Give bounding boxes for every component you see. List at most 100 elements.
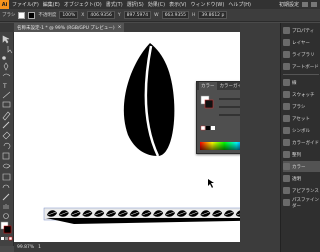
stroke-icon (283, 79, 290, 86)
dock-item-label: アピアランス (292, 188, 319, 194)
tools-icons: T (0, 35, 13, 241)
menu-item[interactable]: オブジェクト(O) (64, 1, 102, 8)
dock-item[interactable]: アセット (283, 113, 320, 124)
libraries-icon (283, 51, 290, 58)
width-tool-icon (2, 163, 11, 169)
dock-item-label: スウォッチ (292, 92, 315, 98)
page-number[interactable]: 1 (38, 245, 41, 250)
window-controls-icon[interactable] (311, 2, 317, 7)
dock-item-label: レイヤー (292, 40, 310, 46)
y-label: Y (117, 12, 121, 18)
appearance-icon (283, 187, 290, 194)
app-logo: Ai (0, 0, 9, 9)
dock-item[interactable]: パスファインダー (283, 197, 320, 209)
shape-builder-tool-icon (2, 184, 10, 189)
white-swatch (211, 126, 215, 130)
dock-item[interactable]: レイヤー (283, 37, 320, 48)
brush-stroke-base (46, 218, 240, 224)
type-tool-icon: T (2, 83, 7, 90)
color-icon (283, 163, 290, 170)
dock-item[interactable]: シンボル (283, 125, 320, 136)
eyedropper-tool-icon (2, 193, 10, 201)
dock-item-label: アートボード (292, 64, 319, 70)
gradient-mode-icon (5, 237, 8, 240)
dock-item-label: シンボル (292, 128, 310, 134)
h-field[interactable]: 39.8612 p (198, 11, 228, 19)
free-transform-tool-icon (2, 173, 11, 181)
dock-item[interactable]: プロパティ (283, 25, 320, 36)
h-label: H (192, 12, 196, 18)
menu-item[interactable]: ヘルプ(H) (228, 1, 251, 8)
color-mode-icon (1, 237, 4, 240)
fill-swatch[interactable] (18, 11, 26, 19)
dock-item-label: アセット (292, 116, 310, 122)
dock-item[interactable]: カラーガイド (283, 137, 320, 148)
panel-stroke-swatch (204, 99, 214, 109)
opacity-field[interactable]: 100% (59, 11, 79, 19)
symbols-icon (283, 127, 290, 134)
document-tab[interactable]: 名称未設定-1 * @ 99% (RGB/GPU プレビュー) × (14, 23, 125, 32)
rectangle-tool-icon (2, 101, 11, 108)
color-tab[interactable]: カラー (199, 82, 217, 90)
dock-item-label: ライブラリ (292, 52, 315, 58)
dock-item[interactable]: 透明 (283, 173, 320, 184)
stroke-swatch[interactable] (28, 11, 36, 19)
dock-item[interactable]: ライブラリ (283, 49, 320, 60)
scale-tool-icon (2, 152, 10, 160)
dock-item[interactable]: カラー (283, 161, 320, 172)
menu-item[interactable]: 効果(C) (148, 1, 165, 8)
dock-item-label: プロパティ (292, 28, 315, 34)
tools-panel: T (0, 32, 14, 246)
pencil-tool-icon (2, 121, 10, 129)
dock-item[interactable]: ブラシ (283, 101, 320, 112)
stroke-color-swatch (3, 225, 12, 234)
y-field[interactable]: 897.5974 (123, 11, 152, 19)
menu-item[interactable]: ファイル(F) (12, 1, 39, 8)
w-field[interactable]: 663.9355 (161, 11, 190, 19)
menu-item[interactable]: 表示(V) (169, 1, 186, 8)
zoom-level[interactable]: 99.87% (17, 245, 34, 250)
x-field[interactable]: 406.9356 (87, 11, 115, 19)
menu-right: 初期設定 (279, 1, 320, 8)
dock-item-label: 透明 (292, 176, 301, 182)
color-guide-icon (283, 139, 290, 146)
dock-strip (240, 23, 280, 252)
black-swatch (206, 126, 210, 130)
right-dock: プロパティレイヤーライブラリアートボード線スウォッチブラシアセットシンボルカラー… (280, 23, 320, 252)
transparency-icon (283, 175, 290, 182)
dock-item[interactable]: スウォッチ (283, 89, 320, 100)
search-icon[interactable] (302, 2, 308, 7)
menu-item[interactable]: ウィンドウ(W) (190, 1, 224, 8)
control-bar: ブラシ 不透明度 100% X 406.9356 Y 897.5974 W 66… (0, 9, 320, 22)
mouse-cursor-icon (208, 179, 214, 188)
dock-item-label: カラー (292, 164, 306, 170)
brushes-icon (283, 103, 290, 110)
dock-item[interactable]: 整列 (283, 149, 320, 160)
dock-item-label: カラーガイド (292, 140, 319, 146)
dock-item[interactable]: アピアランス (283, 185, 320, 196)
dock-item[interactable]: 線 (283, 77, 320, 88)
artboard-icon (283, 63, 290, 70)
w-label: W (154, 12, 159, 18)
menu-item[interactable]: 選択(S) (127, 1, 144, 8)
pen-tool-icon (3, 62, 9, 71)
curvature-tool-icon (2, 73, 11, 77)
menu-item[interactable]: 編集(E) (43, 1, 60, 8)
zoom-tool-icon (3, 213, 9, 219)
mode-label: ブラシ (2, 13, 16, 18)
dock-item-label: ブラシ (292, 104, 306, 110)
pathfinder-icon (283, 199, 290, 206)
dock-item-label: パスファインダー (292, 197, 319, 209)
toolbar-header (0, 23, 14, 32)
properties-icon (283, 27, 290, 34)
hand-tool-icon (3, 204, 9, 209)
layers-icon (283, 39, 290, 46)
document-tab-title: 名称未設定-1 * @ 99% (RGB/GPU プレビュー) (17, 25, 115, 31)
workspace-label[interactable]: 初期設定 (279, 1, 299, 8)
dock-item[interactable]: アートボード (283, 61, 320, 72)
eraser-tool-icon (2, 131, 11, 140)
menu-item[interactable]: 書式(T) (106, 1, 123, 8)
leaf-brush-stroke (43, 207, 240, 224)
close-tab-icon[interactable]: × (118, 25, 122, 30)
none-swatch (200, 125, 206, 131)
